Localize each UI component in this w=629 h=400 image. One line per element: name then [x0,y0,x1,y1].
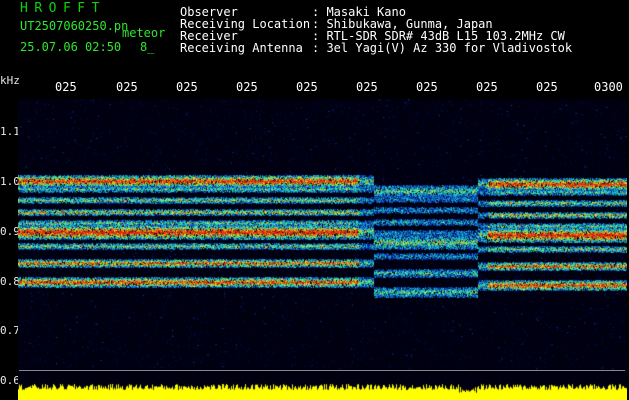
header-panel: HROFFT UT2507060250.pn meteor 25.07.06 0… [0,0,629,73]
x-tick-4: 025 [236,80,258,94]
y-tick-0-6: 0.6 [0,374,20,387]
y-tick-0-9: 0.9 [0,225,20,238]
x-tick-3: 025 [176,80,198,94]
spectrogram-plot [18,99,627,400]
datetime-label: 25.07.06 02:50 [20,40,122,54]
app-logo: HROFFT [20,1,106,16]
y-axis-unit: kHz [0,74,20,87]
antenna-value: : 3el Yagi(V) Az 330 for Vladivostok [312,41,573,55]
x-tick-7: 025 [416,80,438,94]
x-tick-5: 025 [296,80,318,94]
x-tick-2: 025 [116,80,138,94]
x-tick-8: 025 [476,80,498,94]
x-tick-6: 025 [356,80,378,94]
count-label: 8_ [140,40,155,54]
meteor-label: meteor [122,26,166,40]
y-tick-1-1: 1.1 [0,125,20,138]
y-tick-0-8: 0.8 [0,275,20,288]
x-tick-9: 025 [536,80,558,94]
meter-separator [19,370,625,371]
file-name: UT2507060250.pn [20,19,129,33]
x-tick-1: 025 [55,80,77,94]
x-tick-10: 0300 [594,80,623,94]
y-tick-0-7: 0.7 [0,324,20,337]
antenna-label: Receiving Antenna [180,41,303,55]
y-tick-1-0: 1.0 [0,175,20,188]
spectrogram-canvas [18,99,627,400]
